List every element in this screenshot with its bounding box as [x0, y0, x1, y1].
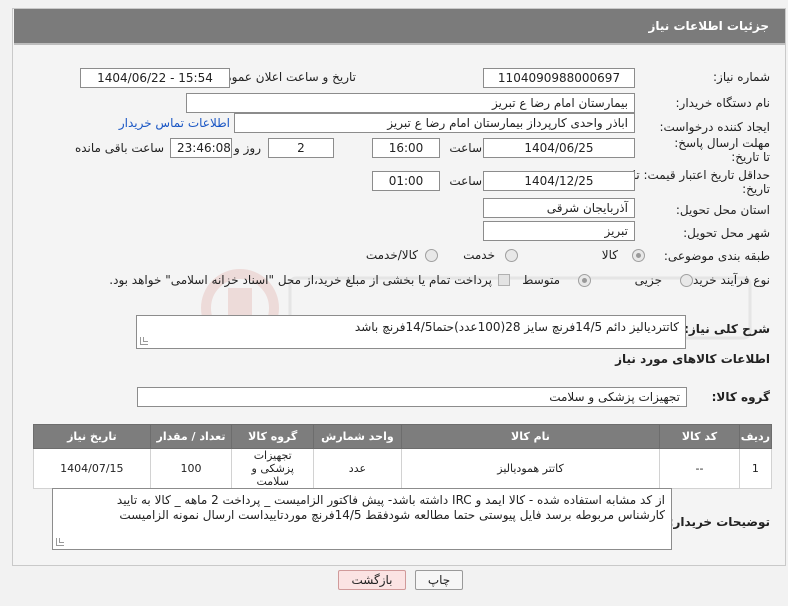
resize-grip-icon[interactable]	[56, 538, 64, 546]
col-group: گروه کالا	[231, 424, 315, 449]
process-label: نوع فرآیند خرید :	[685, 273, 770, 287]
need-number-label: شماره نیاز:	[713, 70, 770, 84]
table-header-row: ردیف کد کالا نام کالا واحد شمارش گروه کا…	[33, 424, 773, 449]
summary-label: شرح کلی نیاز:	[684, 322, 770, 336]
page-title: جزئیات اطلاعات نیاز	[648, 19, 769, 33]
need-number-field: 1104090988000697	[483, 68, 635, 88]
buyer-notes-line2: کارشناس مربوطه برسد فایل پیوستی حتما مطا…	[119, 508, 665, 522]
treasury-payment-checkbox[interactable]	[498, 274, 510, 286]
creator-label: ایجاد کننده درخواست:	[659, 120, 770, 134]
category-radio-service[interactable]	[505, 249, 518, 262]
category-option-service: خدمت	[463, 248, 495, 262]
city-label: شهر محل تحویل:	[683, 226, 770, 240]
category-radio-goods-service[interactable]	[425, 249, 438, 262]
back-button[interactable]: بازگشت	[338, 570, 406, 590]
announce-label: تاریخ و ساعت اعلان عمومی:	[211, 70, 356, 84]
goods-table: ردیف کد کالا نام کالا واحد شمارش گروه کا…	[33, 424, 773, 489]
province-field: آذربایجان شرقی	[483, 198, 635, 218]
col-qty: تعداد / مقدار	[149, 424, 233, 449]
deadline-time-word: ساعت	[449, 141, 482, 155]
deadline-label: مهلت ارسال پاسخ: تا تاریخ:	[674, 136, 770, 164]
min-valid-time-word: ساعت	[449, 174, 482, 188]
province-label: استان محل تحویل:	[675, 203, 770, 217]
min-valid-date-field: 1404/12/25	[483, 171, 635, 191]
goods-section-title: اطلاعات کالاهای مورد نیاز	[615, 352, 770, 366]
print-button[interactable]: چاپ	[415, 570, 463, 590]
col-row: ردیف	[738, 424, 773, 449]
min-valid-label: حداقل تاریخ اعتبار قیمت: تا تاریخ:	[632, 168, 770, 196]
col-code: کد کالا	[659, 424, 740, 449]
cell-row: 1	[738, 448, 773, 489]
min-valid-time-field: 01:00	[372, 171, 440, 191]
remaining-word: ساعت باقی مانده	[74, 141, 164, 155]
cell-group: تجهیزات پزشکی و سلامت	[231, 448, 315, 489]
buyer-notes-textarea[interactable]: از کد مشابه استفاده شده - کالا ایمد و IR…	[52, 488, 672, 550]
buyer-org-field: بیمارستان امام رضا ع تبریز	[186, 93, 635, 113]
table-row: 1 -- کاتتر همودیالیز عدد تجهیزات پزشکی و…	[33, 448, 773, 489]
buyer-notes-label: توضیحات خریدار:	[668, 515, 770, 529]
cell-date: 1404/07/15	[33, 448, 151, 489]
city-field: تبریز	[483, 221, 635, 241]
announce-field: 1404/06/22 - 15:54	[80, 68, 230, 88]
cell-name: کاتتر همودیالیز	[400, 448, 661, 489]
category-option-goods: کالا	[601, 248, 618, 262]
payment-note: پرداخت تمام یا بخشی از مبلغ خرید،از محل …	[109, 273, 492, 287]
deadline-time-field: 16:00	[372, 138, 440, 158]
process-radio-medium[interactable]	[578, 274, 591, 287]
summary-text: کاتتردیالیز دائم 14/5فرنچ سایز 28(100عدد…	[354, 320, 679, 334]
process-radio-minor[interactable]	[680, 274, 693, 287]
days-field: 2	[268, 138, 334, 158]
cell-code: --	[659, 448, 740, 489]
goods-group-label: گروه کالا:	[711, 390, 770, 404]
deadline-date-field: 1404/06/25	[483, 138, 635, 158]
cell-qty: 100	[149, 448, 233, 489]
process-option-minor: جزیی	[634, 273, 662, 287]
days-word: روز و	[234, 141, 261, 155]
panel-header: جزئیات اطلاعات نیاز	[14, 9, 785, 45]
category-radio-goods[interactable]	[632, 249, 645, 262]
remaining-time-field: 23:46:08	[170, 138, 232, 158]
category-option-goods-service: کالا/خدمت	[365, 248, 418, 262]
buyer-notes-line1: از کد مشابه استفاده شده - کالا ایمد و IR…	[116, 493, 665, 507]
contact-buyer-link[interactable]: اطلاعات تماس خریدار	[119, 116, 230, 130]
category-label: طبقه بندی موضوعی:	[663, 249, 770, 263]
col-name: نام کالا	[400, 424, 661, 449]
cell-unit: عدد	[313, 448, 402, 489]
summary-textarea[interactable]: کاتتردیالیز دائم 14/5فرنچ سایز 28(100عدد…	[136, 315, 686, 349]
buyer-org-label: نام دستگاه خریدار:	[675, 96, 771, 110]
process-option-medium: متوسط	[522, 273, 560, 287]
col-unit: واحد شمارش	[313, 424, 402, 449]
goods-group-field: تجهیزات پزشکی و سلامت	[137, 387, 687, 407]
resize-grip-icon[interactable]	[140, 337, 148, 345]
col-date: تاریخ نیاز	[33, 424, 151, 449]
creator-field: اباذر واحدی کارپرداز بیمارستان امام رضا …	[234, 113, 635, 133]
